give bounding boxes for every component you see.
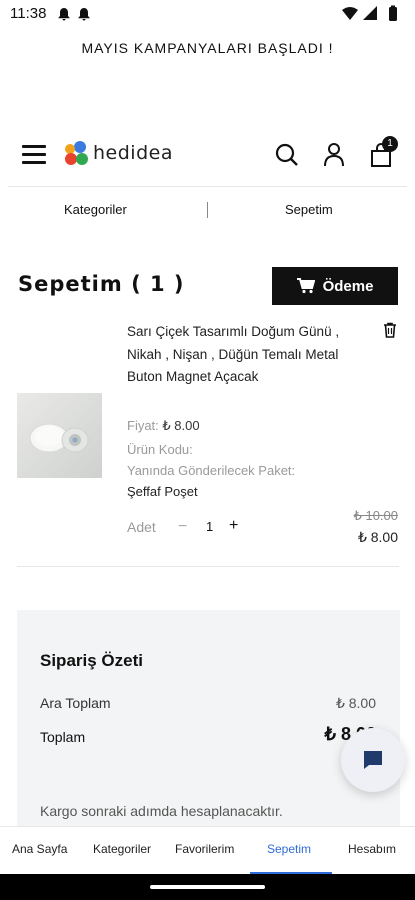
trash-icon[interactable] bbox=[383, 322, 397, 342]
package-value: Şeffaf Poşet bbox=[127, 484, 198, 499]
bottom-navigation: Ana Sayfa Kategoriler Favorilerim Sepeti… bbox=[0, 826, 415, 875]
signal-icon bbox=[363, 6, 377, 20]
item-divider bbox=[17, 566, 399, 567]
subnav-categories-link[interactable]: Kategoriler bbox=[64, 202, 127, 217]
nav-cart[interactable]: Sepetim bbox=[267, 842, 311, 856]
battery-icon bbox=[389, 7, 397, 21]
brand-logo[interactable]: hedidea bbox=[63, 140, 173, 166]
product-code-label: Ürün Kodu: bbox=[127, 442, 193, 457]
price-value: ₺ 8.00 bbox=[162, 418, 200, 433]
system-navigation-bar bbox=[0, 874, 415, 900]
summary-title: Sipariş Özeti bbox=[40, 651, 143, 670]
search-icon[interactable] bbox=[275, 142, 299, 172]
cart-icon[interactable]: 1 bbox=[370, 136, 398, 172]
subnav-cart-link[interactable]: Sepetim bbox=[285, 202, 333, 217]
original-price: ₺ 10.00 bbox=[353, 508, 398, 523]
app-header: hedidea 1 bbox=[0, 136, 415, 174]
subnav-separator bbox=[207, 202, 208, 218]
product-title[interactable]: Sarı Çiçek Tasarımlı Doğum Günü , Nikah … bbox=[127, 321, 352, 389]
quantity-decrease-button[interactable]: − bbox=[178, 518, 187, 536]
nav-categories[interactable]: Kategoriler bbox=[93, 842, 151, 856]
nav-home[interactable]: Ana Sayfa bbox=[12, 842, 67, 856]
quantity-label: Adet bbox=[127, 519, 156, 535]
status-time: 11:38 bbox=[10, 5, 47, 22]
menu-icon[interactable] bbox=[22, 145, 46, 165]
cart-icon bbox=[296, 278, 315, 294]
sub-navigation: Kategoriler Sepetim bbox=[0, 200, 415, 222]
cart-count-badge: 1 bbox=[382, 136, 398, 152]
account-icon[interactable] bbox=[323, 142, 345, 172]
subtotal-label: Ara Toplam bbox=[40, 695, 111, 711]
page-title: Sepetim ( 1 ) bbox=[18, 272, 185, 296]
notification-icons bbox=[57, 6, 95, 26]
quantity-value: 1 bbox=[206, 519, 214, 534]
system-status-icons bbox=[341, 5, 403, 27]
subtotal-value: ₺ 8.00 bbox=[335, 695, 376, 711]
price-row: Fiyat: ₺ 8.00 bbox=[127, 418, 200, 434]
package-label: Yanında Gönderilecek Paket: bbox=[127, 463, 296, 478]
checkout-label: Ödeme bbox=[322, 277, 374, 295]
logo-mark-icon bbox=[65, 141, 88, 165]
header-divider bbox=[8, 186, 407, 187]
nav-favorites[interactable]: Favorilerim bbox=[175, 842, 234, 856]
order-summary: Sipariş Özeti Ara Toplam ₺ 8.00 Toplam ₺… bbox=[17, 610, 400, 826]
price-label: Fiyat: bbox=[127, 418, 159, 433]
chat-icon bbox=[364, 751, 382, 769]
total-label: Toplam bbox=[40, 729, 86, 745]
quantity-increase-button[interactable]: + bbox=[229, 517, 238, 535]
shipping-note: Kargo sonraki adımda hesaplanacaktır. bbox=[40, 803, 283, 819]
discounted-price: ₺ 8.00 bbox=[357, 529, 398, 545]
nav-account[interactable]: Hesabım bbox=[348, 842, 396, 856]
promo-banner: MAYIS KAMPANYALARI BAŞLADI ! bbox=[81, 40, 334, 56]
home-gesture-handle[interactable] bbox=[150, 885, 265, 889]
logo-text: hedidea bbox=[93, 142, 173, 164]
status-bar: 11:38 bbox=[0, 0, 415, 28]
wifi-icon bbox=[342, 7, 358, 20]
chat-button[interactable] bbox=[341, 728, 405, 792]
product-image[interactable] bbox=[17, 393, 102, 478]
checkout-button[interactable]: Ödeme bbox=[272, 267, 398, 305]
